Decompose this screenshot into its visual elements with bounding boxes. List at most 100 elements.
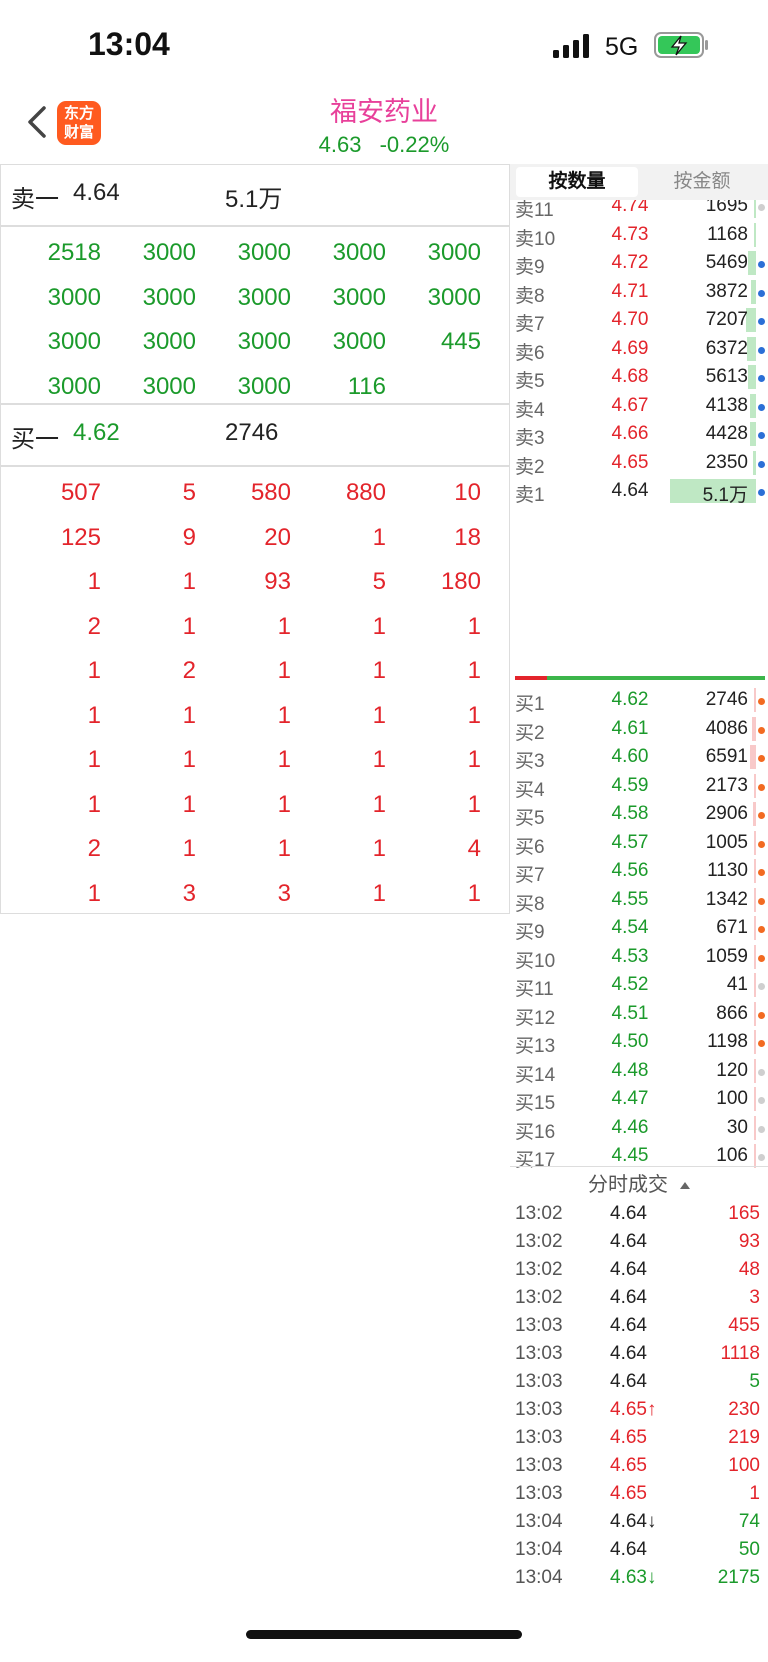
- tick-row: 13:03 4.65 1: [510, 1483, 768, 1511]
- level-volume: 30: [726, 1116, 748, 1138]
- bid-row[interactable]: 买12 4.51 866: [510, 1000, 768, 1029]
- tick-volume: 1: [749, 1483, 760, 1504]
- bid-row[interactable]: 买7 4.56 1130: [510, 857, 768, 886]
- level-volume: 1059: [705, 945, 748, 967]
- volume-bar: [753, 450, 756, 475]
- bid-row[interactable]: 买14 4.48 120: [510, 1057, 768, 1086]
- queue-volume: 1: [372, 701, 386, 729]
- ask-row[interactable]: 卖11 4.74 1695: [510, 200, 768, 221]
- queue-volume: 3000: [427, 239, 481, 266]
- current-price: 4.63: [318, 132, 362, 157]
- stock-name[interactable]: 福安药业: [200, 90, 568, 129]
- tab-by-quantity[interactable]: 按数量: [516, 167, 638, 197]
- level-label: 卖5: [515, 371, 545, 392]
- status-bar: 13:04 5G: [0, 0, 768, 88]
- ask-row[interactable]: 卖5 4.68 5613: [510, 363, 768, 392]
- app-logo[interactable]: 东方 财富: [57, 101, 101, 145]
- buy1-price: 4.62: [73, 419, 120, 446]
- queue-volume: 1: [372, 746, 386, 773]
- ask-row[interactable]: 卖7 4.70 7207: [510, 306, 768, 335]
- level-volume: 1198: [707, 1031, 748, 1052]
- tick-price: 4.64↓: [610, 1511, 657, 1532]
- bid-row[interactable]: 买5 4.58 2906: [510, 800, 768, 829]
- level-price: 4.73: [611, 223, 649, 245]
- bid-row[interactable]: 买15 4.47 100: [510, 1085, 768, 1114]
- stock-quote: 4.63 -0.22%: [200, 132, 568, 158]
- volume-bar: [754, 1058, 756, 1083]
- bid-row[interactable]: 买13 4.50 1198: [510, 1028, 768, 1057]
- level-label: 买14: [515, 1064, 556, 1086]
- tick-row: 13:03 4.64 455: [510, 1315, 768, 1343]
- tick-price: 4.64: [610, 1231, 647, 1252]
- queue-volume: 10: [454, 479, 481, 506]
- orange-dot-icon: [758, 812, 765, 819]
- queue-volume: 180: [440, 568, 481, 595]
- ask-row[interactable]: 卖10 4.73 1168: [510, 221, 768, 250]
- bid-row[interactable]: 买10 4.53 1059: [510, 943, 768, 972]
- level-label: 买15: [515, 1093, 556, 1114]
- level-price: 4.51: [611, 1002, 649, 1024]
- tick-volume: 93: [738, 1231, 760, 1252]
- bid-row[interactable]: 买4 4.59 2173: [510, 772, 768, 801]
- ask-row[interactable]: 卖6 4.69 6372: [510, 335, 768, 364]
- tick-volume: 455: [728, 1315, 760, 1336]
- orange-dot-icon: [758, 869, 765, 876]
- bid-row[interactable]: 买8 4.55 1342: [510, 886, 768, 915]
- divider: [1, 225, 509, 227]
- ticks-header[interactable]: 分时成交: [510, 1166, 768, 1201]
- tick-price: 4.63↓: [610, 1567, 657, 1588]
- order-book-list[interactable]: 卖11 4.74 1695 卖10 4.73 1168 卖9 4.72 5469 卖8 4.71 38…: [510, 200, 768, 1172]
- volume-bar: [754, 859, 756, 883]
- blue-dot-icon: [758, 375, 765, 382]
- ask-row[interactable]: 卖8 4.71 3872: [510, 278, 768, 307]
- bid-row[interactable]: 买2 4.61 4086: [510, 715, 768, 744]
- level-volume: 671: [716, 917, 748, 938]
- queue-volume: 1: [372, 835, 386, 862]
- logo-line-1: 东方: [63, 105, 94, 122]
- bid-row[interactable]: 买16 4.46 30: [510, 1114, 768, 1143]
- level-volume: 5613: [705, 366, 748, 387]
- back-arrow-icon[interactable]: [22, 102, 52, 142]
- queue-volume: 1: [277, 701, 291, 729]
- bid-row[interactable]: 买11 4.52 41: [510, 971, 768, 1000]
- queue-volume: 1: [87, 657, 101, 684]
- ask-row[interactable]: 卖1 4.64 5.1万: [510, 477, 768, 506]
- level-label: 买3: [515, 751, 545, 772]
- tick-price: 4.64: [610, 1203, 647, 1224]
- bid-row[interactable]: 买1 4.62 2746: [510, 686, 768, 715]
- status-time: 13:04: [88, 26, 170, 62]
- bid-row[interactable]: 买3 4.60 6591: [510, 743, 768, 772]
- level-volume: 2746: [705, 689, 748, 710]
- tick-volume: 230: [728, 1399, 760, 1420]
- ask-row[interactable]: 卖2 4.65 2350: [510, 449, 768, 478]
- blue-dot-icon: [758, 261, 765, 268]
- tab-by-amount[interactable]: 按金额: [642, 167, 762, 197]
- ticks-title: 分时成交: [588, 1174, 668, 1196]
- battery-charging-icon: [654, 32, 708, 58]
- volume-bar: [754, 887, 756, 912]
- orange-dot-icon: [758, 1040, 765, 1047]
- orange-dot-icon: [758, 954, 765, 962]
- queue-volume: 3000: [47, 372, 101, 400]
- volume-bar: [748, 365, 756, 389]
- gray-dot-icon: [758, 1154, 765, 1161]
- orange-dot-icon: [758, 783, 765, 791]
- ask-row[interactable]: 卖9 4.72 5469: [510, 249, 768, 278]
- queue-volume: 507: [60, 479, 101, 506]
- bid-row[interactable]: 买6 4.57 1005: [510, 829, 768, 858]
- ask-row[interactable]: 卖4 4.67 4138: [510, 392, 768, 421]
- tick-time: 13:03: [515, 1399, 563, 1420]
- level-volume: 6372: [705, 337, 748, 359]
- queue-volume: 5: [182, 479, 196, 506]
- buy1-volume: 2746: [225, 419, 279, 446]
- queue-volume: 1: [372, 879, 386, 907]
- gray-dot-icon: [758, 1125, 765, 1133]
- bid-row[interactable]: 买9 4.54 671: [510, 914, 768, 943]
- level-price: 4.70: [611, 309, 649, 330]
- home-indicator[interactable]: [246, 1630, 522, 1639]
- volume-bar: [754, 1144, 756, 1168]
- ask-row[interactable]: 卖3 4.66 4428: [510, 420, 768, 449]
- blue-dot-icon: [758, 289, 765, 297]
- level-label: 卖10: [515, 228, 556, 250]
- level-volume: 7207: [705, 309, 748, 330]
